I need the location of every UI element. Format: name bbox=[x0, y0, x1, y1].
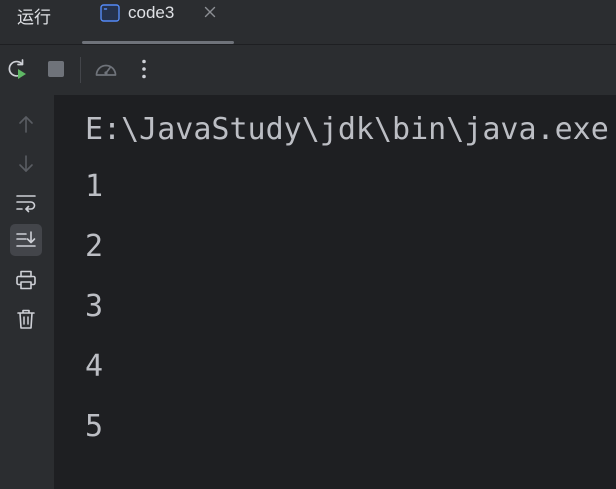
stop-icon bbox=[48, 61, 64, 77]
console-output-line: 5 bbox=[85, 409, 104, 444]
console-output-line: 4 bbox=[85, 349, 104, 384]
console-output-line: 1 bbox=[85, 169, 104, 204]
tool-window-title: 运行 bbox=[17, 8, 51, 28]
next-occurrence-button[interactable] bbox=[10, 148, 42, 180]
tool-window-header: 运行 code3 bbox=[0, 0, 616, 45]
soft-wrap-button[interactable] bbox=[10, 187, 42, 219]
tab-code3[interactable]: code3 bbox=[82, 0, 234, 44]
previous-occurrence-button[interactable] bbox=[10, 108, 42, 140]
console-output-line: 3 bbox=[85, 289, 104, 324]
soft-wrap-icon bbox=[16, 195, 36, 213]
print-button[interactable] bbox=[10, 264, 42, 296]
run-toolbar bbox=[0, 45, 616, 95]
profiler-button[interactable] bbox=[93, 56, 119, 82]
stop-button[interactable] bbox=[43, 56, 69, 82]
scroll-to-end-button[interactable] bbox=[10, 224, 42, 256]
scroll-to-end-icon bbox=[16, 231, 36, 247]
trash-icon bbox=[17, 309, 35, 329]
toolbar-separator bbox=[80, 57, 81, 83]
clear-all-button[interactable] bbox=[10, 303, 42, 335]
run-config-icon bbox=[100, 4, 120, 22]
more-vertical-icon bbox=[142, 59, 146, 79]
arrow-down-icon bbox=[19, 155, 33, 172]
printer-icon bbox=[16, 270, 36, 290]
console-output[interactable]: E:\JavaStudy\jdk\bin\java.exe 1 2 3 4 5 bbox=[54, 95, 616, 489]
console-side-toolbar bbox=[0, 95, 54, 489]
rerun-button[interactable] bbox=[4, 56, 30, 82]
rerun-icon bbox=[8, 59, 26, 79]
close-icon[interactable] bbox=[202, 4, 218, 20]
console-output-line: 2 bbox=[85, 229, 104, 264]
active-tab-indicator bbox=[82, 41, 234, 44]
tab-label: code3 bbox=[128, 3, 175, 22]
arrow-up-icon bbox=[19, 116, 33, 133]
console-command-line: E:\JavaStudy\jdk\bin\java.exe bbox=[85, 112, 609, 147]
more-options-button[interactable] bbox=[131, 56, 157, 82]
speedometer-icon bbox=[95, 64, 117, 76]
